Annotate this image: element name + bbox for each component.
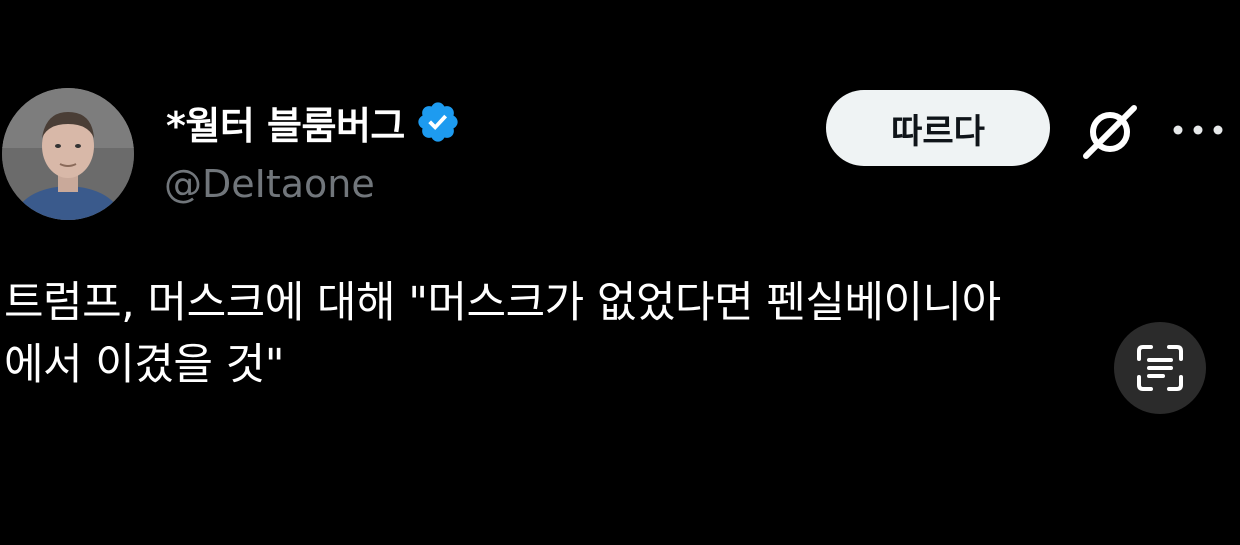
author-avatar[interactable] [2, 88, 134, 220]
text-scan-icon [1137, 345, 1183, 391]
grok-icon[interactable] [1078, 100, 1142, 164]
tweet-text: 트럼프, 머스크에 대해 "머스크가 없었다면 펜실베이니아 에서 이겼을 것" [4, 278, 1001, 390]
author-display-name[interactable]: *월터 블룸버그 [166, 95, 405, 150]
author-name-row: *월터 블룸버그 [166, 96, 461, 148]
text-scan-button[interactable] [1114, 322, 1206, 414]
verified-badge-icon [418, 102, 458, 142]
follow-button[interactable]: 따르다 [826, 90, 1050, 166]
author-handle[interactable]: @DeItaone [164, 162, 375, 206]
more-options-icon[interactable] [1170, 116, 1226, 144]
tweet-card: *월터 블룸버그 @DeItaone 따르다 트럼프, 머스크에 대해 "머스크… [0, 0, 1240, 545]
avatar-image [2, 88, 134, 220]
